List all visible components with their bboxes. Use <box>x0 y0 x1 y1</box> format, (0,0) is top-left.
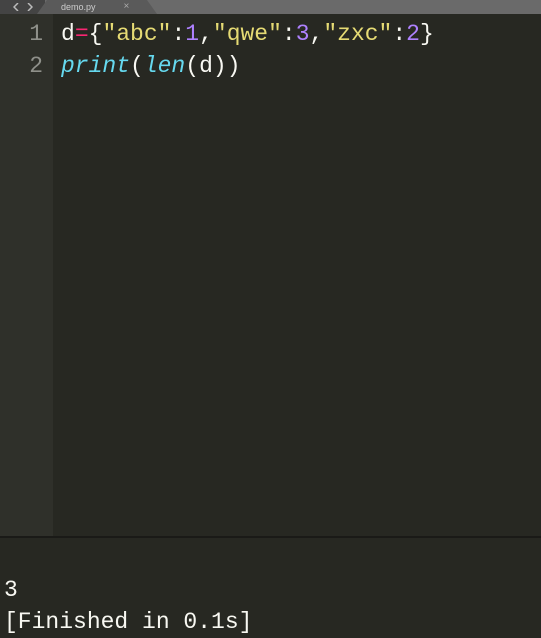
code-token: "qwe" <box>213 21 282 47</box>
close-icon[interactable]: × <box>124 2 130 12</box>
code-token: } <box>420 21 434 47</box>
code-token: 2 <box>406 21 420 47</box>
code-token: 3 <box>296 21 310 47</box>
code-token: d <box>61 21 75 47</box>
chevrons-icon <box>13 3 33 11</box>
code-token: ( <box>185 53 199 79</box>
code-line: d={"abc":1,"qwe":3,"zxc":2} <box>61 18 541 50</box>
code-line: print(len(d)) <box>61 50 541 82</box>
code-token: d <box>199 53 213 79</box>
code-token: "zxc" <box>323 21 392 47</box>
code-token: { <box>89 21 103 47</box>
code-token: = <box>75 21 89 47</box>
code-token: print <box>61 53 130 79</box>
code-token: ) <box>227 53 241 79</box>
code-token: len <box>144 53 185 79</box>
code-token: , <box>199 21 213 47</box>
code-token: "abc" <box>102 21 171 47</box>
tab-demo-py[interactable]: demo.py × <box>47 0 147 14</box>
line-number: 2 <box>0 50 43 82</box>
line-number-gutter: 1 2 <box>0 14 53 536</box>
code-token: : <box>282 21 296 47</box>
code-token: : <box>171 21 185 47</box>
code-token: 1 <box>185 21 199 47</box>
output-console[interactable]: 3 [Finished in 0.1s] <box>0 538 541 631</box>
console-output-line: 3 <box>4 577 18 603</box>
tab-bar: demo.py × <box>0 0 541 14</box>
code-token: : <box>392 21 406 47</box>
code-token: ( <box>130 53 144 79</box>
line-number: 1 <box>0 18 43 50</box>
code-area[interactable]: d={"abc":1,"qwe":3,"zxc":2}print(len(d)) <box>53 14 541 536</box>
code-token: , <box>310 21 324 47</box>
tab-label: demo.py <box>61 2 96 12</box>
console-status-line: [Finished in 0.1s] <box>4 609 252 635</box>
code-token: ) <box>213 53 227 79</box>
code-editor[interactable]: 1 2 d={"abc":1,"qwe":3,"zxc":2}print(len… <box>0 14 541 536</box>
